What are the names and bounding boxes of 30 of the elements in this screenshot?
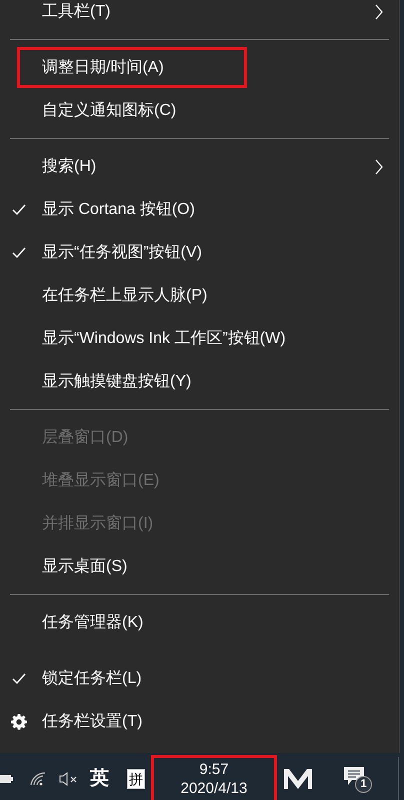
input-language-button[interactable]: 英 — [90, 764, 109, 794]
notification-count-badge: 1 — [355, 776, 372, 793]
menu-item[interactable]: 工具栏(T) — [0, 0, 399, 33]
menu-item[interactable]: 任务栏设置(T) — [0, 700, 399, 743]
battery-icon[interactable] — [0, 774, 14, 784]
m-logo-icon[interactable] — [283, 768, 313, 790]
clock-date: 2020/4/13 — [180, 779, 248, 799]
menu-item[interactable]: 锁定任务栏(L) — [0, 657, 399, 700]
checkmark-icon — [12, 672, 26, 684]
clock-button[interactable]: 9:57 2020/4/13 — [151, 755, 277, 800]
menu-item[interactable]: 搜索(H) — [0, 145, 399, 188]
checkmark-icon — [12, 246, 26, 258]
checkmark-icon — [12, 204, 26, 216]
chevron-right-icon — [375, 4, 383, 20]
gear-icon — [11, 714, 27, 730]
menu-item[interactable]: 显示 Cortana 按钮(O) — [0, 188, 399, 231]
menu-item[interactable]: 自定义通知图标(C) — [0, 89, 399, 132]
menu-item[interactable]: 显示“任务视图”按钮(V) — [0, 231, 399, 274]
notification-button[interactable]: 1 — [343, 764, 375, 794]
chevron-right-icon — [375, 158, 383, 174]
menu-item[interactable]: 任务管理器(K) — [0, 601, 399, 644]
menu-item[interactable]: 在任务栏上显示人脉(P) — [0, 274, 399, 317]
menu-item[interactable]: 显示“Windows Ink 工作区”按钮(W) — [0, 317, 399, 360]
menu-item[interactable]: 显示桌面(S) — [0, 545, 399, 588]
muted-speaker-icon[interactable] — [59, 772, 79, 786]
menu-item[interactable]: 显示触摸键盘按钮(Y) — [0, 360, 399, 403]
clock-time: 9:57 — [199, 761, 229, 779]
ime-mode-button[interactable]: 拼 — [127, 769, 145, 789]
wifi-icon[interactable] — [30, 772, 46, 786]
menu-item[interactable]: 调整日期/时间(A) — [0, 46, 399, 89]
